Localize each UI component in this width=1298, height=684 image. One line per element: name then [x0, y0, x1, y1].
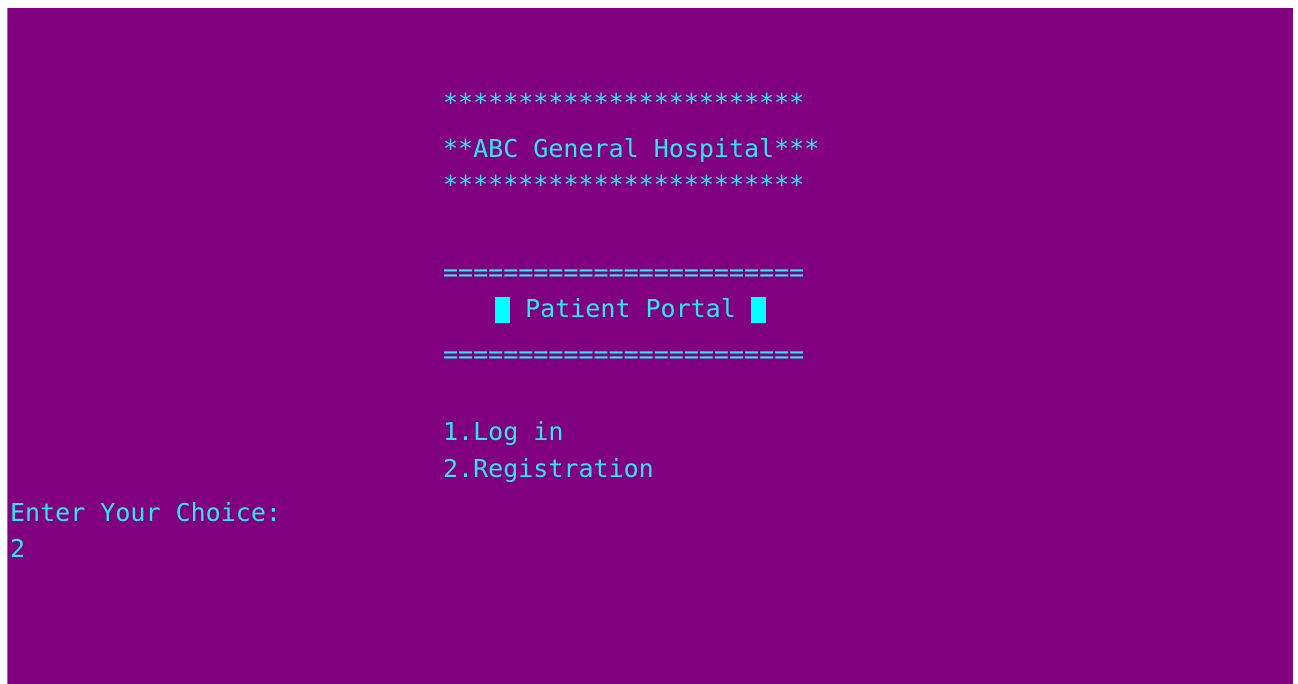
portal-rule-bottom: ======================== [443, 340, 805, 369]
banner-stars-top: ************************ [443, 88, 805, 117]
portal-title: Patient Portal [525, 294, 736, 323]
menu-option-registration: 2.Registration [443, 454, 654, 483]
window-left-border [0, 8, 8, 684]
portal-rule-top: ======================== [443, 258, 805, 287]
choice-input[interactable]: 2 [10, 534, 25, 564]
choice-prompt: Enter Your Choice: [10, 498, 281, 527]
banner-stars-bottom: ************************ [443, 170, 805, 199]
left-block-icon [495, 297, 510, 323]
right-block-icon [750, 297, 766, 323]
console-window[interactable]: ************************ **ABC General H… [8, 8, 1293, 684]
portal-title-row: Patient Portal [495, 294, 766, 324]
hospital-name: **ABC General Hospital*** [443, 134, 820, 163]
menu-option-login: 1.Log in [443, 417, 564, 446]
